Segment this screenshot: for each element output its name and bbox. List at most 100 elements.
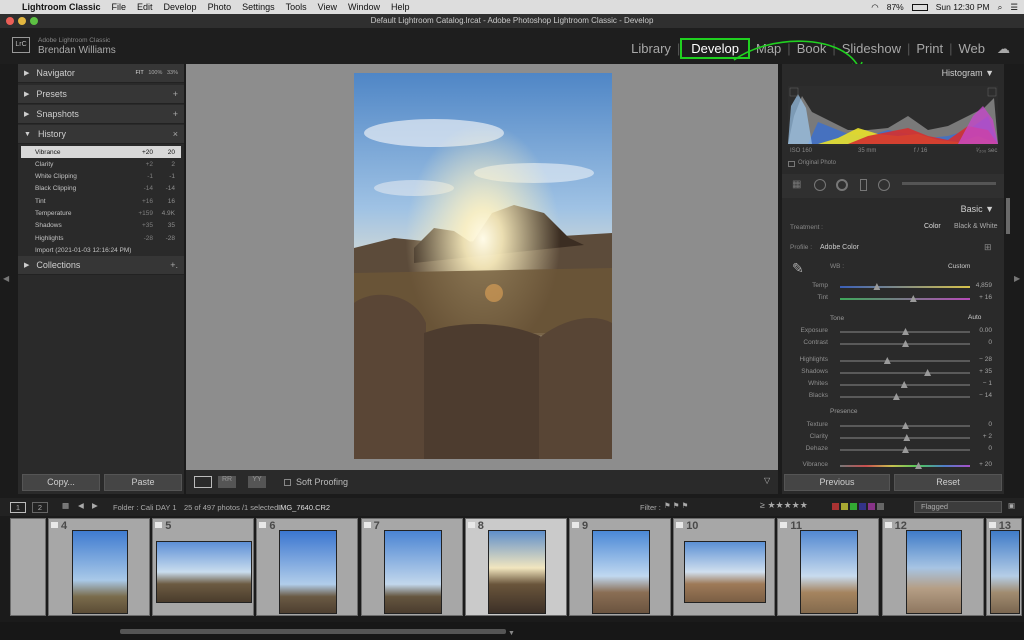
filmstrip-cell[interactable]: 11 [777,518,880,616]
filmstrip-cell[interactable]: 5 [152,518,255,616]
gray-label-swatch[interactable] [877,503,884,510]
menu-photo[interactable]: Photo [208,2,232,12]
slider-dehaze[interactable]: Dehaze 0 [792,444,1002,455]
history-item[interactable]: Vibrance +20 20 [21,146,181,158]
add-preset-icon[interactable]: + [173,89,178,99]
menu-develop[interactable]: Develop [164,2,197,12]
slider-track[interactable] [840,298,970,300]
menu-tools[interactable]: Tools [286,2,307,12]
slider-value[interactable]: 0 [988,445,992,452]
profile-browser-icon[interactable]: ⊞ [984,242,992,253]
wifi-icon[interactable]: ◠ [871,2,878,13]
slider-value[interactable]: 0 [988,339,992,346]
slider-texture[interactable]: Texture 0 [792,420,1002,431]
wb-select[interactable]: Custom [948,263,970,270]
slider-contrast[interactable]: Contrast 0 [792,338,1002,349]
slider-whites[interactable]: Whites − 1 [792,379,1002,390]
profile-select[interactable]: Adobe Color [820,244,859,251]
slider-value[interactable]: 4,859 [976,282,992,289]
crop-tool-icon[interactable]: ▦ [792,179,801,190]
flag-icon[interactable] [363,522,371,528]
selected-filename[interactable]: IMG_7640.CR2 [278,503,330,512]
slider-highlights[interactable]: Highlights − 28 [792,355,1002,366]
photo-thumbnail[interactable] [156,541,253,603]
clear-history-icon[interactable]: × [173,129,178,139]
left-panel-collapse-icon[interactable]: ◀ [3,274,9,283]
slider-value[interactable]: − 1 [983,380,992,387]
filmstrip-partial-cell[interactable] [10,518,46,616]
before-after-toggle-button[interactable]: YY [248,476,266,488]
flag-icon[interactable] [572,522,579,528]
filmstrip-cell[interactable]: 6 [256,518,359,616]
original-photo-checkbox[interactable] [788,161,795,167]
cloud-icon[interactable]: ☁ [991,41,1016,57]
histogram-chart[interactable] [788,86,998,146]
history-item[interactable]: Clarity +2 2 [21,158,181,170]
history-panel-header[interactable]: ▼ History × [18,125,184,144]
battery-level[interactable]: 87% [887,2,904,12]
module-print[interactable]: Print [910,41,949,56]
minimize-window-button[interactable] [18,17,26,25]
folder-source[interactable]: Folder : Cali DAY 1 [113,503,177,512]
graduated-filter-icon[interactable] [860,179,867,191]
copy-settings-button[interactable]: Copy... [22,474,100,491]
radial-filter-icon[interactable] [878,179,890,191]
add-collection-icon[interactable]: +. [170,260,178,270]
presets-panel-header[interactable]: ▶ Presets + [18,85,184,104]
red-eye-tool-icon[interactable] [836,179,848,191]
photo-thumbnail[interactable] [989,530,1020,614]
slider-shadows[interactable]: Shadows + 35 [792,367,1002,378]
slider-value[interactable]: + 16 [979,294,992,301]
search-icon[interactable]: ⌕ [998,2,1003,13]
close-window-button[interactable] [6,17,14,25]
page-1-button[interactable]: 1 [10,502,26,513]
reset-button[interactable]: Reset [894,474,1002,491]
slider-track[interactable] [840,360,970,362]
auto-tone-button[interactable]: Auto [968,314,981,321]
histogram-panel-header[interactable]: Histogram ▼ [782,68,1004,78]
photo-thumbnail[interactable] [72,530,128,614]
adjustment-brush-icon[interactable] [902,182,996,185]
before-after-button[interactable]: RR [218,476,236,488]
flag-icon[interactable] [155,522,163,528]
treatment-bw-button[interactable]: Black & White [954,223,998,230]
soft-proofing-checkbox[interactable] [284,479,291,486]
flag-icon[interactable] [51,522,58,528]
add-snapshot-icon[interactable]: + [173,109,178,119]
flag-filter-icon[interactable]: ⚑ ⚑ ⚑ [664,501,688,510]
flag-icon[interactable] [988,522,996,528]
menu-edit[interactable]: Edit [137,2,153,12]
history-item[interactable]: Tint +16 16 [21,195,181,207]
red-label-swatch[interactable] [832,503,839,510]
page-2-button[interactable]: 2 [32,502,48,513]
menu-settings[interactable]: Settings [242,2,275,12]
green-label-swatch[interactable] [850,503,857,510]
right-panel-collapse-icon[interactable]: ▶ [1014,274,1020,283]
slider-value[interactable]: 0 [988,421,992,428]
menu-window[interactable]: Window [348,2,380,12]
filmstrip-scrollbar[interactable]: ▼ [0,622,1024,640]
control-center-icon[interactable]: ☰ [1010,2,1018,13]
photo-thumbnail[interactable] [905,530,962,614]
flag-icon[interactable] [259,522,267,528]
paste-settings-button[interactable]: Paste [104,474,182,491]
filter-preset-select[interactable]: Flagged [914,501,1002,513]
filmstrip-cell[interactable]: 8 [464,518,567,616]
history-item[interactable]: Import (2021-01-03 12:16:24 PM) [21,244,181,256]
photo-thumbnail[interactable] [684,541,767,603]
spot-removal-tool-icon[interactable] [814,179,826,191]
history-item[interactable]: White Clipping -1 -1 [21,171,181,183]
history-item[interactable]: Black Clipping -14 -14 [21,183,181,195]
slider-value[interactable]: + 2 [983,433,992,440]
forward-arrow-icon[interactable]: ▶ [92,501,98,510]
loupe-view-button[interactable] [194,476,212,488]
yellow-label-swatch[interactable] [841,503,848,510]
menu-help[interactable]: Help [391,2,410,12]
treatment-color-button[interactable]: Color [924,223,941,230]
back-arrow-icon[interactable]: ◀ [78,501,84,510]
slider-value[interactable]: 0.00 [979,327,992,334]
slider-value[interactable]: − 14 [979,392,992,399]
photo-thumbnail[interactable] [383,530,442,614]
slider-value[interactable]: + 35 [979,368,992,375]
slider-tint[interactable]: Tint + 16 [792,293,1002,304]
